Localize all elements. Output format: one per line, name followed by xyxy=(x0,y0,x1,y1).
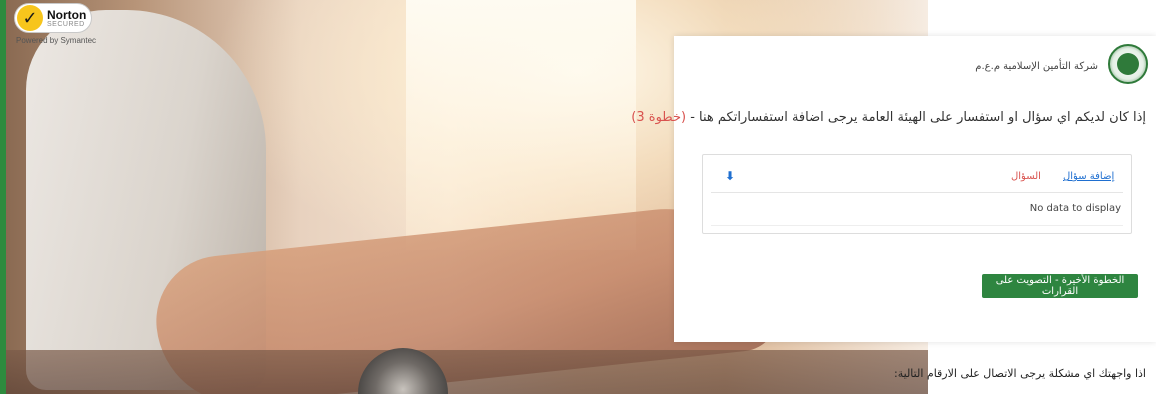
column-question-header[interactable]: السؤال xyxy=(1011,171,1041,182)
logo-emblem-icon xyxy=(1117,53,1139,75)
norton-brand: Norton xyxy=(47,7,87,22)
norton-secured-badge[interactable]: ✓ Norton SECURED xyxy=(14,3,92,33)
question-instruction: إذا كان لديكم اي سؤال او استفسار على اله… xyxy=(631,110,1146,125)
add-question-link[interactable]: إضافة سؤال xyxy=(1063,171,1114,182)
hero-table xyxy=(6,350,928,394)
checkmark-icon: ✓ xyxy=(17,5,43,31)
sort-down-icon[interactable]: ⬇ xyxy=(725,169,735,183)
company-logo xyxy=(1108,44,1148,84)
company-name: شركة التأمين الإسلامية م.ع.م xyxy=(975,61,1098,72)
vote-on-resolutions-button[interactable]: الخطوة الأخيرة - التصويت على القرارات xyxy=(982,274,1138,298)
grid-empty-message: No data to display xyxy=(1029,203,1121,214)
question-instruction-text: إذا كان لديكم اي سؤال او استفسار على اله… xyxy=(686,110,1146,125)
grid-header: ⬇ السؤال إضافة سؤال xyxy=(711,163,1123,193)
hero-window-light xyxy=(406,0,636,250)
powered-by-label: Powered by Symantec xyxy=(16,36,97,45)
contact-instruction: اذا واجهتك اي مشكلة يرجى الاتصال على الا… xyxy=(894,367,1146,380)
main-card: شركة التأمين الإسلامية م.ع.م إذا كان لدي… xyxy=(631,36,1156,342)
questions-grid: ⬇ السؤال إضافة سؤال No data to display xyxy=(702,154,1132,234)
norton-secured-label: SECURED xyxy=(47,20,85,28)
grid-footer-divider xyxy=(711,225,1123,226)
step-label: (خطوة 3) xyxy=(631,110,687,125)
